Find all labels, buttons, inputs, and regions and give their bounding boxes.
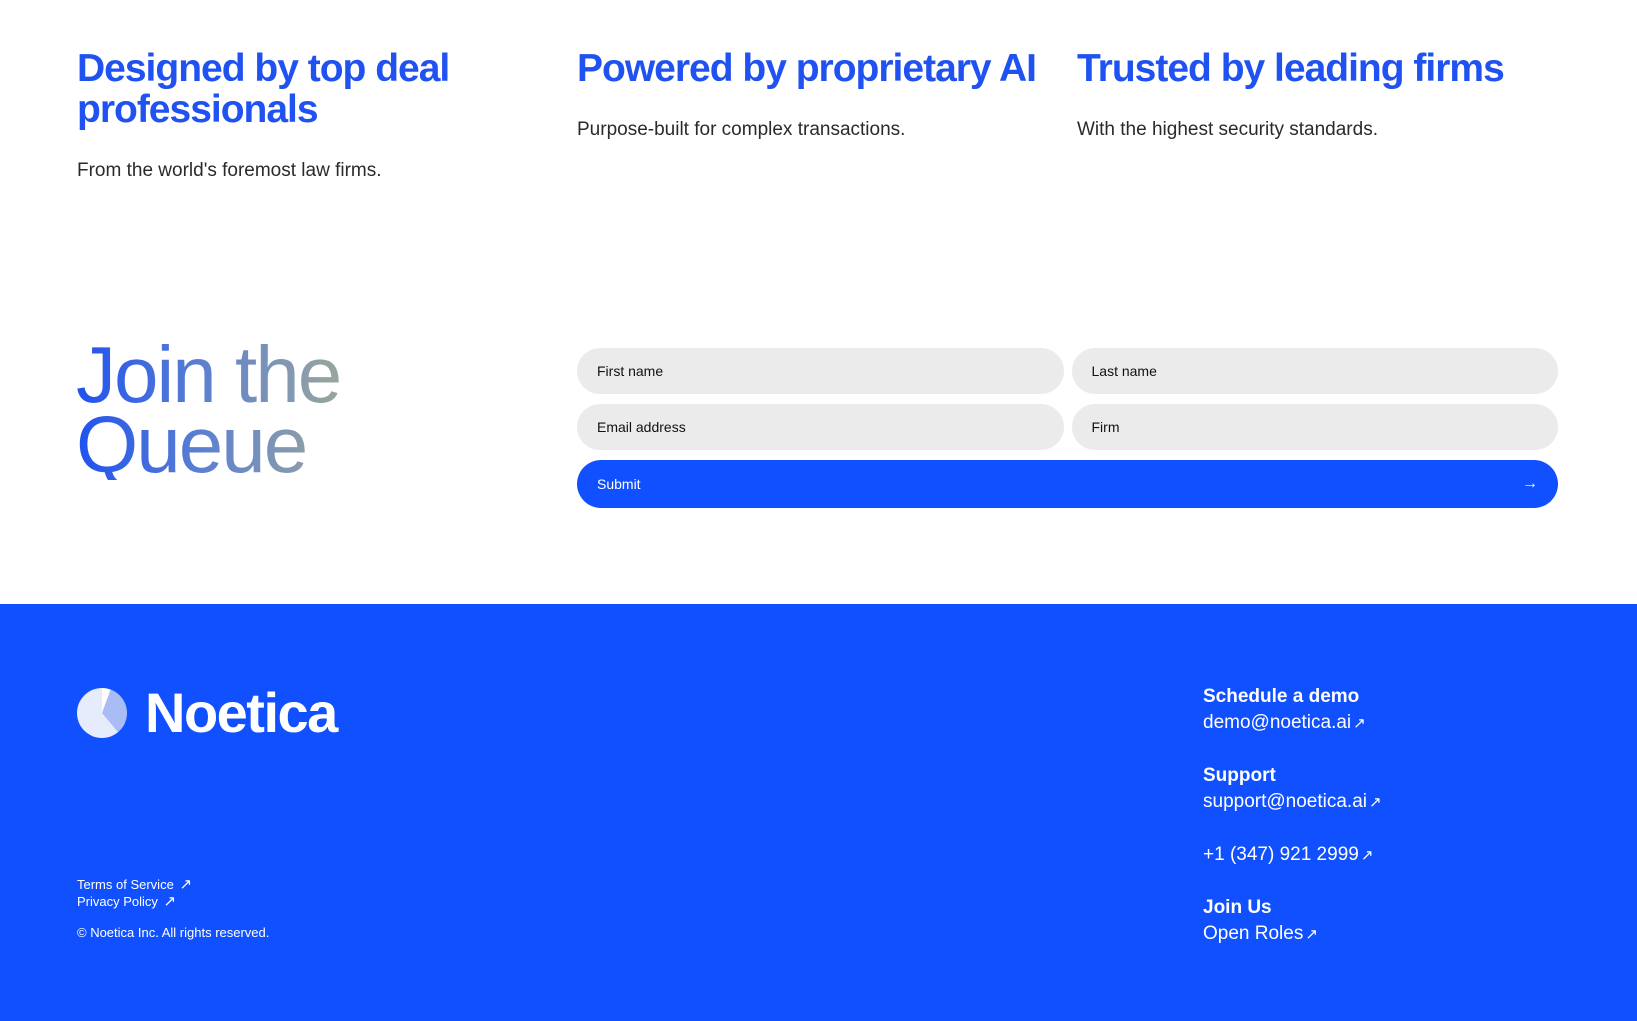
join-us-group: Join Us Open Roles ↗ [1203,895,1382,948]
schedule-demo-group: Schedule a demo demo@noetica.ai ↗ [1203,684,1382,737]
feature-top-deal-professionals: Designed by top deal professionals From … [77,48,567,182]
features-section: Designed by top deal professionals From … [0,0,1637,604]
privacy-policy-link[interactable]: Privacy Policy ↗ [77,893,269,910]
terms-of-service-link[interactable]: Terms of Service ↗ [77,876,269,893]
demo-email-link[interactable]: demo@noetica.ai ↗ [1203,710,1366,737]
submit-label: Submit [597,476,641,492]
last-name-input[interactable] [1071,348,1558,394]
phone-link[interactable]: +1 (347) 921 2999 ↗ [1203,842,1373,869]
feature-proprietary-ai: Powered by proprietary AI Purpose-built … [577,48,1067,141]
open-roles-link[interactable]: Open Roles ↗ [1203,921,1318,948]
email-input[interactable] [577,404,1064,450]
external-link-icon: ↗ [1305,926,1318,943]
arrow-right-icon: → [1522,475,1538,492]
feature-title: Designed by top deal professionals [77,47,450,131]
demo-email: demo@noetica.ai [1203,712,1352,733]
first-name-input[interactable] [577,348,1064,394]
site-footer: Noetica Terms of Service ↗ Privacy Polic… [0,604,1637,1021]
support-email-link[interactable]: support@noetica.ai ↗ [1203,789,1382,816]
join-queue-heading: Join the Queue [76,340,340,480]
brand-name: Noetica [145,681,338,744]
feature-text: From the world's foremost law firms. [77,160,382,181]
external-link-icon: ↗ [1369,794,1382,811]
phone-number: +1 (347) 921 2999 [1203,844,1359,865]
brand-logo[interactable]: Noetica [77,680,338,745]
external-link-icon: ↗ [163,893,177,910]
feature-trusted-firms: Trusted by leading firms With the highes… [1077,48,1567,141]
firm-input[interactable] [1071,404,1558,450]
form-row-name [577,348,1558,394]
form-row-contact [577,404,1558,450]
join-us-heading: Join Us [1203,897,1272,918]
feature-title: Powered by proprietary AI [577,47,1037,90]
privacy-label: Privacy Policy [77,894,158,909]
support-email: support@noetica.ai [1203,791,1367,812]
terms-label: Terms of Service [77,877,174,892]
waitlist-form: Submit → [577,348,1558,508]
schedule-demo-heading: Schedule a demo [1203,686,1360,707]
external-link-icon: ↗ [179,876,193,893]
noetica-logo-icon [77,687,127,738]
feature-text: With the highest security standards. [1077,119,1378,140]
phone-group: +1 (347) 921 2999 ↗ [1203,842,1382,869]
copyright: © Noetica Inc. All rights reserved. [77,925,270,940]
contact-links: Schedule a demo demo@noetica.ai ↗ Support… [1203,684,1382,974]
feature-title: Trusted by leading firms [1077,47,1505,90]
feature-text: Purpose-built for complex transactions. [577,119,906,140]
open-roles: Open Roles [1203,923,1304,944]
external-link-icon: ↗ [1353,715,1366,732]
legal-links: Terms of Service ↗ Privacy Policy ↗ © No… [77,876,269,940]
join-heading-line-2: Queue [76,400,307,489]
submit-button[interactable]: Submit → [577,460,1558,508]
support-heading: Support [1203,765,1276,786]
support-group: Support support@noetica.ai ↗ [1203,763,1382,816]
external-link-icon: ↗ [1360,847,1374,864]
